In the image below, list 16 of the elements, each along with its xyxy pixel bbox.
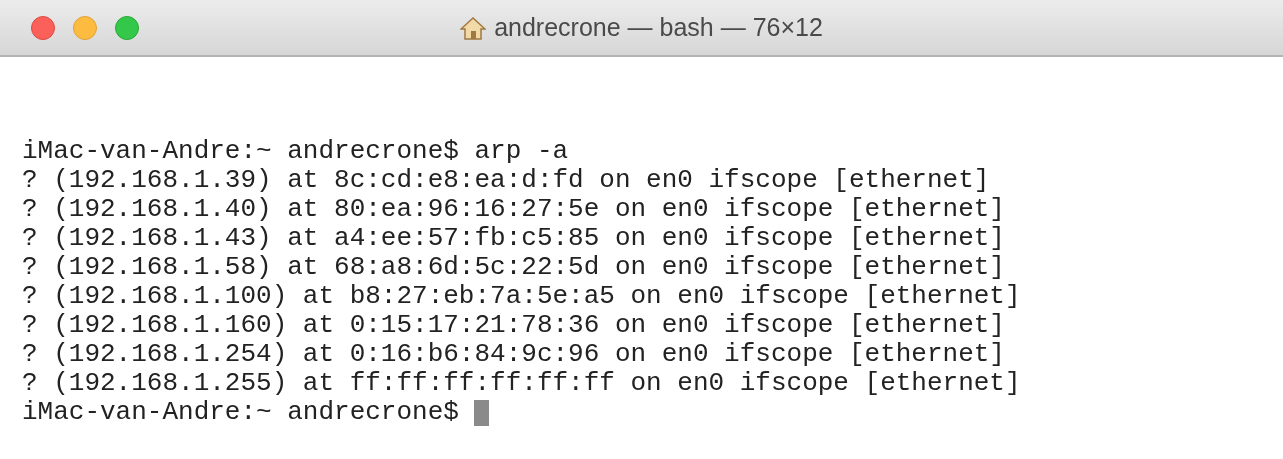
home-icon [460,15,487,40]
close-button[interactable] [31,15,55,40]
minimize-button[interactable] [73,15,97,40]
output-line: ? (192.168.1.160) at 0:15:17:21:78:36 on en0 ifscope [ethernet] [22,311,1005,340]
zoom-button[interactable] [115,15,139,40]
output-line: ? (192.168.1.254) at 0:16:b6:84:9c:96 on en0 ifscope [ethernet] [22,340,1005,369]
output-line: ? (192.168.1.58) at 68:a8:6d:5c:22:5d on en0 ifscope [ethernet] [22,253,1005,282]
output-line: ? (192.168.1.255) at ff:ff:ff:ff:ff:ff on en0 ifscope [ethernet] [22,369,1021,398]
command-line: iMac-van-Andre:~ andrecrone$ arp -a [22,137,569,166]
output-line: ? (192.168.1.39) at 8c:cd:e8:ea:d:fd on en0 ifscope [ethernet] [22,166,990,195]
prompt-line: iMac-van-Andre:~ andrecrone$ [22,398,459,427]
output-line: ? (192.168.1.43) at a4:ee:57:fb:c5:85 on en0 ifscope [ethernet] [22,224,1005,253]
output-line: ? (192.168.1.40) at 80:ea:96:16:27:5e on en0 ifscope [ethernet] [22,195,1005,224]
output-line: ? (192.168.1.100) at b8:27:eb:7a:5e:a5 on en0 ifscope [ethernet] [22,282,1021,311]
text-cursor [473,399,489,426]
window-title: andrecrone — bash — 76×12 [494,13,823,42]
